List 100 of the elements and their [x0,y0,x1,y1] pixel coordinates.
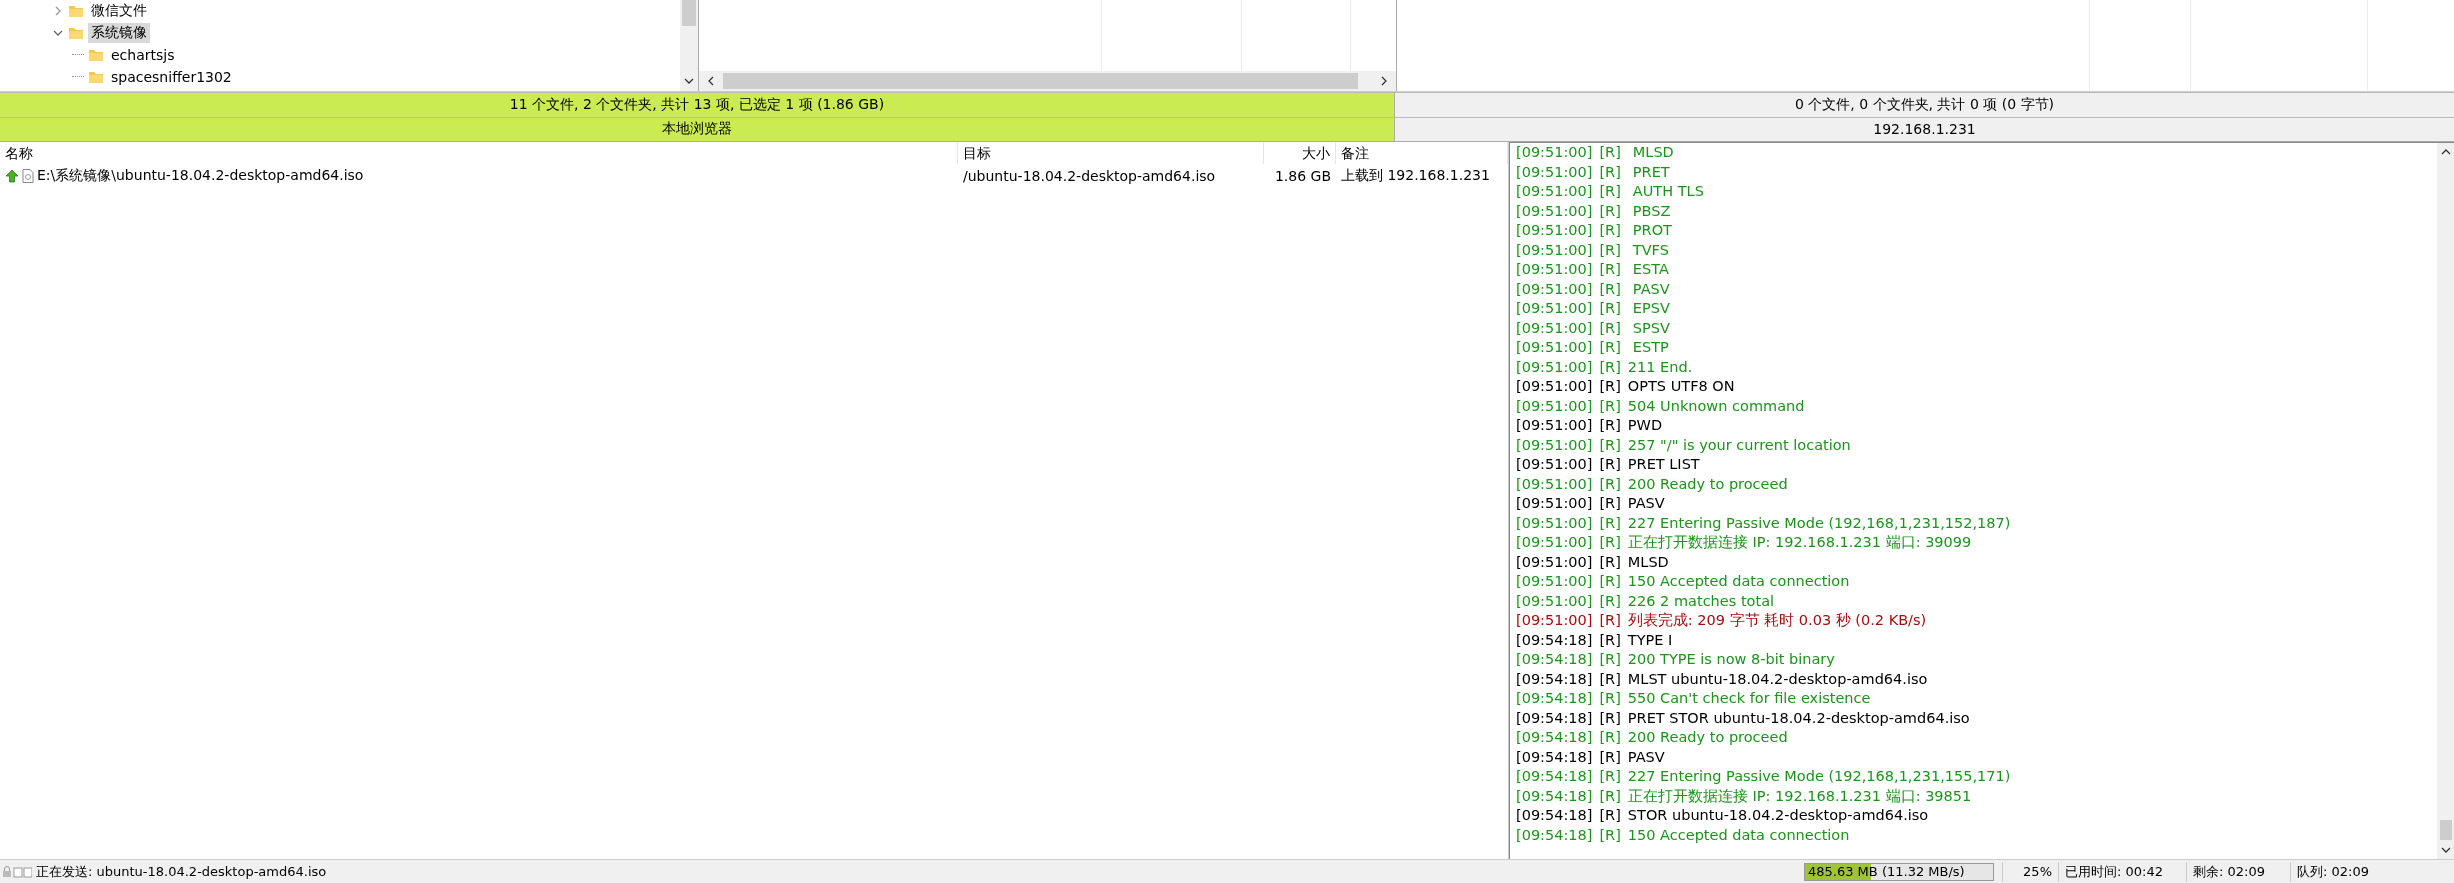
folder-icon [68,25,84,41]
tree-item[interactable]: 微信文件 [88,1,150,21]
scrollbar-thumb[interactable] [2439,820,2452,840]
log-message: PRET LIST [1627,455,1700,474]
log-message: AUTH TLS [1631,182,1704,201]
log-source: [R] [1599,182,1621,201]
log-timestamp: [09:51:00] [1516,416,1593,435]
vertical-scrollbar[interactable] [2437,143,2454,859]
column-header[interactable]: 备注 [1336,142,1508,164]
column-header[interactable]: 名称 [0,142,958,164]
log-message: 226 2 matches total [1627,591,1775,611]
log-source: [R] [1599,650,1621,669]
log-source: [R] [1599,825,1621,845]
log-source: [R] [1599,221,1621,240]
log-timestamp: [09:51:00] [1516,494,1593,513]
log-message: 200 Ready to proceed [1627,728,1788,747]
log-timestamp: [09:51:00] [1516,201,1593,221]
log-message: 257 "/" is your current location [1627,435,1851,455]
log-timestamp: [09:51:00] [1516,182,1593,201]
table-cell-text: /ubuntu-18.04.2-desktop-amd64.iso [962,168,1217,184]
scrollbar-thumb[interactable] [723,73,1358,89]
log-message: 227 Entering Passive Mode (192,168,1,231,152,187) [1627,513,2011,533]
log-message: 200 TYPE is now 8-bit binary [1627,650,1835,669]
log-message: PASV [1631,279,1670,299]
log-timestamp: [09:51:00] [1516,338,1593,357]
log-source: [R] [1599,338,1621,357]
tree-item[interactable]: echartsjs [108,46,178,64]
log-source: [R] [1599,689,1621,708]
percent-text: 25% [2002,861,2058,882]
log-message: TYPE I [1627,630,1673,650]
log-timestamp: [09:51:00] [1516,591,1593,611]
log-timestamp: [09:54:18] [1516,708,1593,728]
log-timestamp: [09:51:00] [1516,377,1593,396]
log-timestamp: [09:54:18] [1516,747,1593,767]
log-message: OPTS UTF8 ON [1627,377,1735,396]
lock-icon [2,865,32,878]
log-timestamp: [09:51:00] [1516,435,1593,455]
folder-icon [88,69,104,85]
log-source: [R] [1599,279,1621,299]
log-timestamp: [09:51:00] [1516,533,1593,552]
log-timestamp: [09:51:00] [1516,162,1593,182]
log-message: TVFS [1631,240,1669,260]
status-summary: 0 个文件, 0 个文件夹, 共计 0 项 (0 字节) [1395,92,2454,117]
log-source: [R] [1599,162,1621,182]
log-source: [R] [1599,572,1621,591]
log-source: [R] [1599,474,1621,494]
log-message: MLST ubuntu-18.04.2-desktop-amd64.iso [1627,669,1928,689]
vertical-scrollbar[interactable] [680,0,698,91]
log-timestamp: [09:54:18] [1516,728,1593,747]
log-timestamp: [09:51:00] [1516,221,1593,240]
tree-item[interactable]: spacesniffer1302 [108,68,235,86]
log-timestamp: [09:51:00] [1516,318,1593,338]
log-source: [R] [1599,611,1621,630]
log-source: [R] [1599,708,1621,728]
log-message: 200 Ready to proceed [1627,474,1788,494]
scrollbar-thumb[interactable] [682,0,696,26]
log-source: [R] [1599,786,1621,806]
log-message: PASV [1627,747,1665,767]
log-message: 227 Entering Passive Mode (192,168,1,231,155,171) [1627,767,2011,786]
log-source: [R] [1599,416,1621,435]
log-message: 正在打开数据连接 IP: 192.168.1.231 端口: 39099 [1627,533,1972,552]
log-message: 211 End. [1627,357,1693,377]
log-source: [R] [1599,747,1621,767]
log-timestamp: [09:54:18] [1516,786,1593,806]
tree-item[interactable]: 系统镜像 [88,23,150,43]
log-timestamp: [09:54:18] [1516,689,1593,708]
log-timestamp: [09:51:00] [1516,474,1593,494]
log-message: PRET [1631,162,1670,182]
status-text: 正在发送: ubuntu-18.04.2-desktop-amd64.iso [36,862,328,881]
log-source: [R] [1599,533,1621,552]
log-timestamp: [09:51:00] [1516,552,1593,572]
log-timestamp: [09:51:00] [1516,357,1593,377]
file-icon [22,169,34,183]
elapsed-time: 已用时间: 00:42 [2058,861,2186,882]
log-timestamp: [09:54:18] [1516,767,1593,786]
table-cell-text: 1.86 GB [1273,168,1332,184]
column-header[interactable]: 目标 [958,142,1264,164]
column-header[interactable]: 大小 [1264,142,1336,164]
log-message: PROT [1631,221,1672,240]
panel-title: 192.168.1.231 [1395,116,2454,141]
log-timestamp: [09:54:18] [1516,806,1593,825]
log-timestamp: [09:51:00] [1516,240,1593,260]
log-timestamp: [09:51:00] [1516,513,1593,533]
log-timestamp: [09:54:18] [1516,825,1593,845]
file-path: E:\系统镜像\ubuntu-18.04.2-desktop-amd64.iso [37,167,364,185]
horizontal-scrollbar[interactable] [699,71,1396,91]
log-timestamp: [09:51:00] [1516,260,1593,279]
upload-arrow-icon [5,169,19,183]
log-timestamp: [09:51:00] [1516,299,1593,318]
log-timestamp: [09:54:18] [1516,630,1593,650]
log-timestamp: [09:51:00] [1516,572,1593,591]
log-source: [R] [1599,455,1621,474]
panel-title: 本地浏览器 [0,116,1394,141]
folder-icon [88,47,104,63]
log-message: 150 Accepted data connection [1627,572,1850,591]
log-timestamp: [09:51:00] [1516,143,1593,162]
log-source: [R] [1599,767,1621,786]
folder-icon [68,3,84,19]
log-source: [R] [1599,377,1621,396]
log-message: PWD [1627,416,1663,435]
